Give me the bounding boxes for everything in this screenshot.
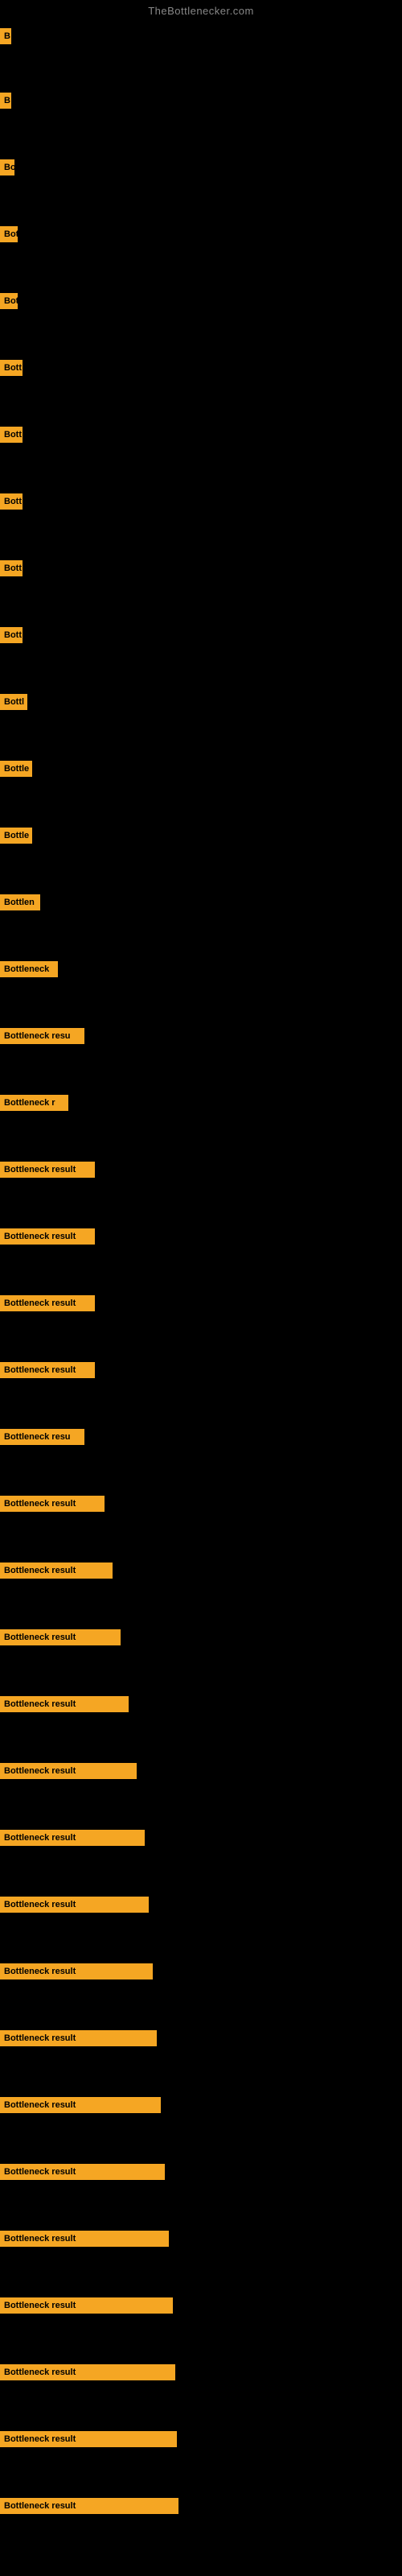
bottleneck-row: Bott	[0, 427, 23, 443]
site-title: TheBottlenecker.com	[0, 0, 402, 20]
bottleneck-label: Bottleneck result	[0, 2164, 165, 2180]
bottleneck-label: Bottleneck result	[0, 1897, 149, 1913]
bottleneck-label: Bottleneck result	[0, 2030, 157, 2046]
bottleneck-label: Bottleneck resu	[0, 1429, 84, 1445]
bottleneck-row: Bottle	[0, 828, 32, 844]
bottleneck-label: Bott	[0, 627, 23, 643]
bottleneck-label: Bottle	[0, 828, 32, 844]
bottleneck-label: Bott	[0, 427, 23, 443]
bottleneck-label: Bottleneck result	[0, 2231, 169, 2247]
bottleneck-row: Bottleneck result	[0, 1228, 95, 1245]
bottleneck-label: Bot	[0, 226, 18, 242]
bottleneck-row: Bottlen	[0, 894, 40, 910]
bottleneck-label: Bottleneck result	[0, 2431, 177, 2447]
bottleneck-row: Bot	[0, 293, 18, 309]
bottleneck-label: Bottleneck	[0, 961, 58, 977]
bottleneck-label: Bottleneck resu	[0, 1028, 84, 1044]
bottleneck-label: Bottleneck result	[0, 2498, 178, 2514]
bottleneck-label: Bottleneck result	[0, 2097, 161, 2113]
bottleneck-label: Bottleneck result	[0, 2297, 173, 2314]
bottleneck-label: Bottlen	[0, 894, 40, 910]
bottleneck-row: Bottleneck result	[0, 1629, 121, 1645]
bottleneck-row: Bottle	[0, 761, 32, 777]
bottleneck-row: Bott	[0, 493, 23, 510]
bottleneck-label: Bottleneck r	[0, 1095, 68, 1111]
bottleneck-label: Bottleneck result	[0, 1228, 95, 1245]
bottleneck-row: Bottleneck result	[0, 2431, 177, 2447]
bottleneck-row: Bottleneck result	[0, 1897, 149, 1913]
bottleneck-label: Bottleneck result	[0, 1362, 95, 1378]
bottleneck-row: Bottleneck result	[0, 2231, 169, 2247]
bottleneck-label: Bot	[0, 293, 18, 309]
bottleneck-row: Bottleneck result	[0, 2097, 161, 2113]
bottleneck-label: Bottleneck result	[0, 1162, 95, 1178]
bottleneck-row: Bottl	[0, 694, 27, 710]
bottleneck-row: Bottleneck result	[0, 1763, 137, 1779]
bottleneck-label: Bottleneck result	[0, 1295, 95, 1311]
bottleneck-label: Bottleneck result	[0, 2364, 175, 2380]
bottleneck-label: Bottleneck result	[0, 1563, 113, 1579]
bottleneck-row: Bottleneck result	[0, 1963, 153, 1979]
bottleneck-row: Bottleneck resu	[0, 1028, 84, 1044]
bottleneck-row: Bottleneck result	[0, 1162, 95, 1178]
bottleneck-row: Bottleneck result	[0, 1496, 105, 1512]
bottleneck-row: Bottleneck result	[0, 2498, 178, 2514]
bottleneck-row: Bottleneck result	[0, 1362, 95, 1378]
bottleneck-row: Bottleneck result	[0, 1295, 95, 1311]
bottleneck-row: B	[0, 93, 11, 109]
bottleneck-label: Bottleneck result	[0, 1963, 153, 1979]
bottleneck-label: B	[0, 93, 11, 109]
bottleneck-label: Bott	[0, 493, 23, 510]
bottleneck-label: Bott	[0, 360, 23, 376]
bottleneck-row: Bottleneck result	[0, 1696, 129, 1712]
bottleneck-row: Bott	[0, 627, 23, 643]
bottleneck-row: Bottleneck result	[0, 2297, 173, 2314]
bottleneck-label: Bo	[0, 159, 14, 175]
bottleneck-label: Bottleneck result	[0, 1763, 137, 1779]
bottleneck-row: Bottleneck r	[0, 1095, 68, 1111]
bottleneck-row: Bott	[0, 360, 23, 376]
bottleneck-label: Bottleneck result	[0, 1496, 105, 1512]
bottleneck-row: Bottleneck result	[0, 2164, 165, 2180]
bottleneck-row: Bottleneck	[0, 961, 58, 977]
bottleneck-row: Bottleneck result	[0, 2030, 157, 2046]
bottleneck-label: Bottl	[0, 694, 27, 710]
bottleneck-row: Bottleneck result	[0, 1563, 113, 1579]
bottleneck-label: Bottleneck result	[0, 1830, 145, 1846]
bottleneck-row: B	[0, 28, 11, 44]
bottleneck-label: Bottle	[0, 761, 32, 777]
bottleneck-row: Bottleneck resu	[0, 1429, 84, 1445]
bottleneck-label: Bottleneck result	[0, 1629, 121, 1645]
bottleneck-label: Bott	[0, 560, 23, 576]
bottleneck-label: B	[0, 28, 11, 44]
bottleneck-row: Bo	[0, 159, 14, 175]
bottleneck-row: Bot	[0, 226, 18, 242]
bottleneck-row: Bottleneck result	[0, 2364, 175, 2380]
bottleneck-row: Bott	[0, 560, 23, 576]
bottleneck-row: Bottleneck result	[0, 1830, 145, 1846]
bottleneck-label: Bottleneck result	[0, 1696, 129, 1712]
